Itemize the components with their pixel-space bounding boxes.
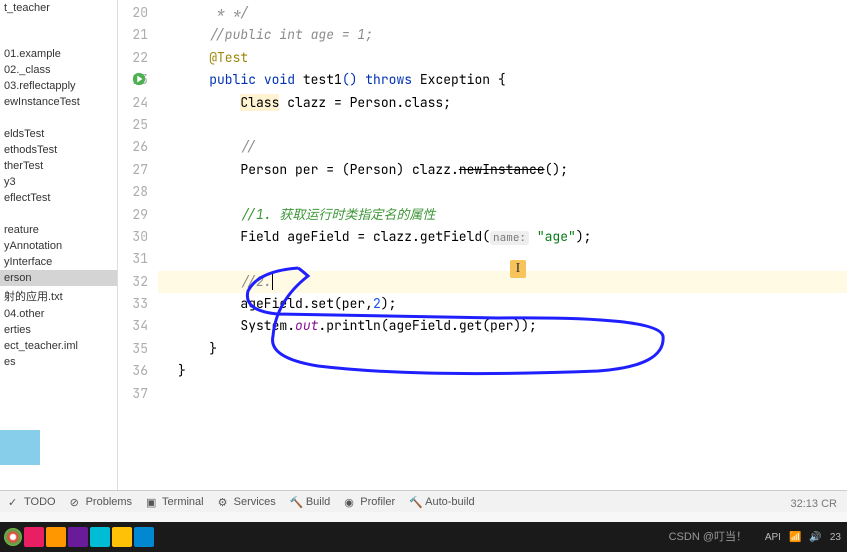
watermark: CSDN @叮当！ [669,528,747,544]
tree-item[interactable]: ect_teacher.iml [0,338,117,354]
tree-item[interactable]: 02._class [0,62,117,78]
code-text: Field ageField = clazz.getField( [240,228,490,245]
line-gutter: 20 21 22 23 24 25 26 27 28 29 30 31 32 3… [118,0,158,490]
system-tray[interactable]: API 📶 🔊 23 [765,532,841,543]
project-tree[interactable]: t_teacher 01.example 02._class 03.reflec… [0,0,118,490]
code-text: // [240,138,256,155]
explorer-icon[interactable] [112,527,132,547]
code-text: //2. [240,273,271,290]
selection-indicator [0,430,40,465]
code-editor[interactable]: * */ //public int age = 1; @Test public … [158,0,847,490]
tree-item[interactable]: yAnnotation [0,238,117,254]
sublime-icon[interactable] [46,527,66,547]
tree-item[interactable]: therTest [0,158,117,174]
tray-wifi-icon[interactable]: 📶 [789,532,801,543]
tree-item-person[interactable]: erson [0,270,117,286]
tree-item[interactable]: 01.example [0,46,117,62]
code-text: * */ [178,4,248,21]
code-text: System. [240,317,295,334]
edge-icon[interactable] [134,527,154,547]
code-text: //1. 获取运行时类指定名的属性 [240,206,435,223]
code-text: ageField.set(per, [240,295,373,312]
code-text: Class [240,94,279,111]
status-position: 32:13 CR [791,498,837,510]
pycharm-icon[interactable] [90,527,110,547]
tool-profiler[interactable]: ◉Profiler [344,496,395,508]
tree-item[interactable]: ewInstanceTest [0,94,117,110]
code-text: } [178,362,186,379]
tool-services[interactable]: ⚙Services [218,496,276,508]
tool-autobuild[interactable]: 🔨Auto-build [409,496,475,508]
code-text: Person per = (Person) clazz. [240,161,458,178]
bottom-toolbar: ✓TODO ⊘Problems ▣Terminal ⚙Services 🔨Bui… [0,490,847,512]
code-text: @Test [209,49,248,66]
chrome-icon[interactable] [4,528,22,546]
app-icon[interactable] [24,527,44,547]
tree-item[interactable]: 04.other [0,306,117,322]
tool-terminal[interactable]: ▣Terminal [146,496,204,508]
tree-item[interactable]: ethodsTest [0,142,117,158]
tree-item[interactable]: 射的应用.txt [0,286,117,306]
tree-item[interactable]: eflectTest [0,190,117,206]
api-label: API [765,532,781,543]
tree-item[interactable]: erties [0,322,117,338]
tool-build[interactable]: 🔨Build [290,496,330,508]
tree-item[interactable]: y3 [0,174,117,190]
code-text: //public int age = 1; [209,26,373,43]
tray-volume-icon[interactable]: 🔊 [809,532,821,543]
tray-time[interactable]: 23 [830,532,841,543]
tree-item[interactable]: es [0,354,117,370]
code-text: } [178,340,217,357]
tree-item[interactable]: t_teacher [0,0,117,16]
code-text: public [209,71,256,88]
tree-item[interactable]: 03.reflectapply [0,78,117,94]
intellij-icon[interactable] [68,527,88,547]
tree-item[interactable]: reature [0,222,117,238]
text-cursor-icon [510,260,526,278]
tool-todo[interactable]: ✓TODO [8,496,56,508]
run-test-icon[interactable] [132,72,146,86]
tree-item[interactable]: eldsTest [0,126,117,142]
tree-item[interactable]: yInterface [0,254,117,270]
tool-problems[interactable]: ⊘Problems [70,496,132,508]
